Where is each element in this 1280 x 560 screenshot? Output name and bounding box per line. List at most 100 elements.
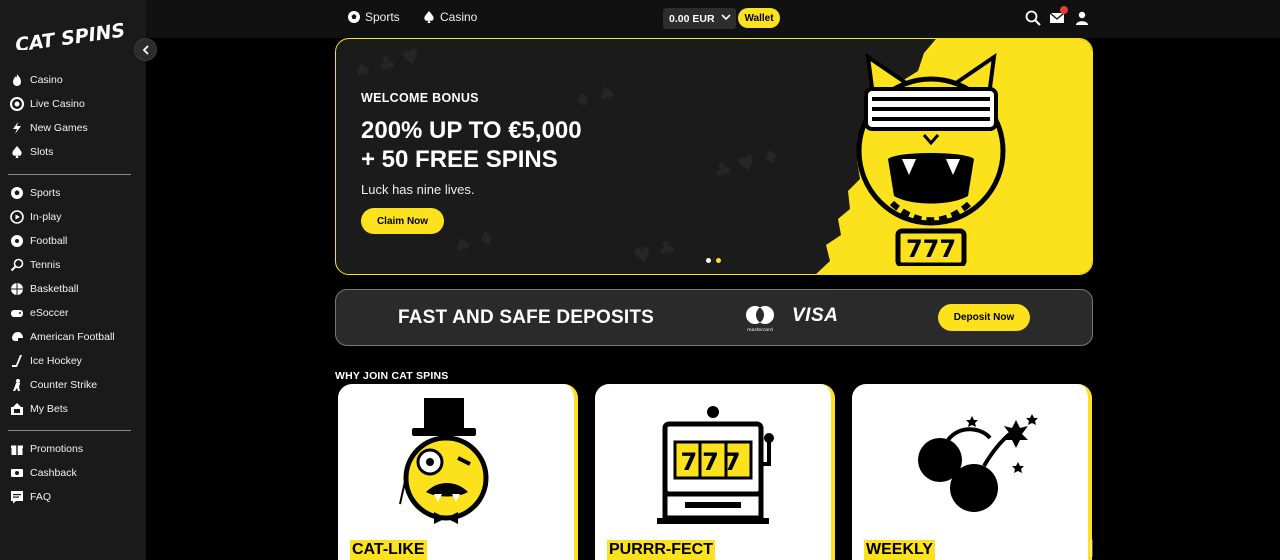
deposits-title: FAST AND SAFE DEPOSITS	[398, 307, 655, 328]
carousel-dot-1[interactable]	[706, 258, 711, 263]
play-icon	[10, 210, 24, 224]
basketball-icon	[11, 283, 23, 295]
wallet-button[interactable]: Wallet	[738, 8, 780, 28]
sidebar-item-label: Basketball	[30, 283, 79, 295]
badge-777: 777	[906, 235, 956, 263]
sidebar-item-in-play[interactable]: In-play	[0, 205, 146, 229]
sidebar-item-label: Slots	[30, 146, 54, 158]
sidebar-item-sports[interactable]: Sports	[0, 181, 146, 205]
extra-nav: Promotions Cashback FAQ	[0, 437, 146, 509]
gamepad-icon	[11, 310, 23, 317]
sidebar-item-new-games[interactable]: New Games	[0, 116, 146, 140]
soldier-icon	[13, 379, 20, 391]
feature-card-purrr-fect[interactable]: 777 PURRR-FECT	[595, 384, 835, 560]
spade-icon	[12, 146, 22, 158]
why-join-title: WHY JOIN CAT SPINS	[335, 370, 449, 382]
banner-title-line-1: 200% UP TO €5,000	[361, 117, 582, 144]
cashback-icon	[11, 469, 23, 477]
sidebar-item-label: Promotions	[30, 443, 84, 455]
feature-card-label: CAT-LIKE	[350, 540, 427, 560]
cat-spins-logo[interactable]: CAT SPINS	[12, 14, 128, 50]
bombs-icon	[918, 414, 1038, 512]
sidebar-item-live-casino[interactable]: Live Casino	[0, 92, 146, 116]
user-icon[interactable]	[1074, 10, 1090, 26]
sidebar-item-casino[interactable]: Casino	[0, 68, 146, 92]
sidebar-divider	[8, 174, 131, 175]
sidebar: CAT SPINS Casino Live Casino New Games S…	[0, 0, 146, 560]
sidebar-item-label: In-play	[30, 211, 62, 223]
sidebar-item-football[interactable]: Football	[0, 229, 146, 253]
feature-card-weekly[interactable]: WEEKLY	[852, 384, 1092, 560]
sidebar-item-label: American Football	[30, 331, 115, 343]
banner-subtitle: Luck has nine lives.	[361, 182, 475, 197]
sidebar-item-label: Cashback	[30, 467, 77, 479]
football-icon	[11, 235, 23, 247]
flame-icon	[13, 74, 21, 86]
claim-now-button[interactable]: Claim Now	[361, 208, 444, 234]
chip-icon	[10, 97, 24, 111]
banner-title: 200% UP TO €5,000 + 50 FREE SPINS	[361, 116, 681, 174]
feature-card-label: WEEKLY	[864, 540, 935, 560]
sidebar-item-label: Counter Strike	[30, 379, 98, 391]
deposits-banner: FAST AND SAFE DEPOSITS mastercard VISA D…	[335, 289, 1093, 346]
watermark: casino.co.nl	[945, 536, 1096, 560]
sidebar-collapse-button[interactable]	[134, 38, 157, 61]
top-bar: Sports Casino 0.00 EUR Wallet	[146, 0, 1280, 38]
sidebar-item-basketball[interactable]: Basketball	[0, 277, 146, 301]
top-nav-casino-label: Casino	[440, 10, 478, 24]
hockey-stick-icon	[12, 355, 22, 367]
top-nav-casino[interactable]: Casino	[422, 10, 477, 24]
sidebar-item-label: Casino	[30, 74, 63, 86]
sidebar-item-label: New Games	[30, 122, 88, 134]
spade-icon	[424, 11, 434, 23]
feature-card-label: PURRR-FECT	[607, 540, 715, 560]
sidebar-item-cashback[interactable]: Cashback	[0, 461, 146, 485]
mastercard-logo: mastercard	[746, 306, 774, 332]
sidebar-item-label: FAQ	[30, 491, 52, 503]
sidebar-item-my-bets[interactable]: My Bets	[0, 397, 146, 421]
feature-card-cat-like[interactable]: CAT-LIKE	[338, 384, 578, 560]
sidebar-divider	[8, 430, 131, 431]
sports-nav: Sports In-play Football Tennis Basketbal…	[0, 181, 146, 421]
welcome-bonus-banner[interactable]: ♠ ♣ ♥ ♦ ♠ ♣ ♥ ♦ ♠ ♦ ♥ ♣ WELCOME BONUS 20…	[335, 38, 1093, 275]
tennis-icon	[10, 258, 24, 272]
lightning-icon	[13, 122, 21, 134]
sidebar-item-esoccer[interactable]: eSoccer	[0, 301, 146, 325]
gentleman-cat-illustration	[399, 398, 489, 524]
balance-dropdown[interactable]: 0.00 EUR	[663, 8, 736, 29]
carousel-dot-2[interactable]	[716, 258, 721, 263]
sidebar-item-counter-strike[interactable]: Counter Strike	[0, 373, 146, 397]
sidebar-item-promotions[interactable]: Promotions	[0, 437, 146, 461]
top-nav-sports-label: Sports	[365, 10, 400, 24]
sidebar-item-slots[interactable]: Slots	[0, 140, 146, 164]
logo-text: CAT SPINS	[14, 19, 127, 50]
gift-icon	[11, 445, 23, 455]
soccer-ball-icon	[348, 11, 360, 23]
top-nav-sports[interactable]: Sports	[347, 10, 400, 24]
soccer-ball-icon	[11, 187, 23, 199]
sidebar-item-label: Tennis	[30, 259, 61, 271]
sidebar-item-label: eSoccer	[30, 307, 69, 319]
sidebar-item-tennis[interactable]: Tennis	[0, 253, 146, 277]
sidebar-item-label: Ice Hockey	[30, 355, 82, 367]
search-icon[interactable]	[1025, 10, 1041, 26]
helmet-icon	[12, 332, 23, 341]
slot-machine-icon: 777	[657, 406, 774, 524]
casino-nav: Casino Live Casino New Games Slots	[0, 68, 146, 164]
sidebar-item-faq[interactable]: FAQ	[0, 485, 146, 509]
chevron-left-icon	[142, 44, 149, 55]
cat-mascot-illustration: 777	[856, 52, 1006, 266]
notification-badge	[1060, 6, 1068, 14]
banner-eyebrow: WELCOME BONUS	[361, 91, 479, 105]
reels-text: 777	[680, 448, 745, 476]
banner-title-line-2: + 50 FREE SPINS	[361, 146, 558, 173]
sidebar-item-ice-hockey[interactable]: Ice Hockey	[0, 349, 146, 373]
sidebar-item-label: Football	[30, 235, 68, 247]
mastercard-text: mastercard	[747, 327, 773, 332]
sidebar-item-label: Sports	[30, 187, 61, 199]
deposit-now-button[interactable]: Deposit Now	[938, 304, 1030, 331]
sidebar-item-label: My Bets	[30, 403, 68, 415]
visa-logo: VISA	[792, 305, 839, 326]
sidebar-item-american-football[interactable]: American Football	[0, 325, 146, 349]
faq-icon	[11, 491, 23, 504]
